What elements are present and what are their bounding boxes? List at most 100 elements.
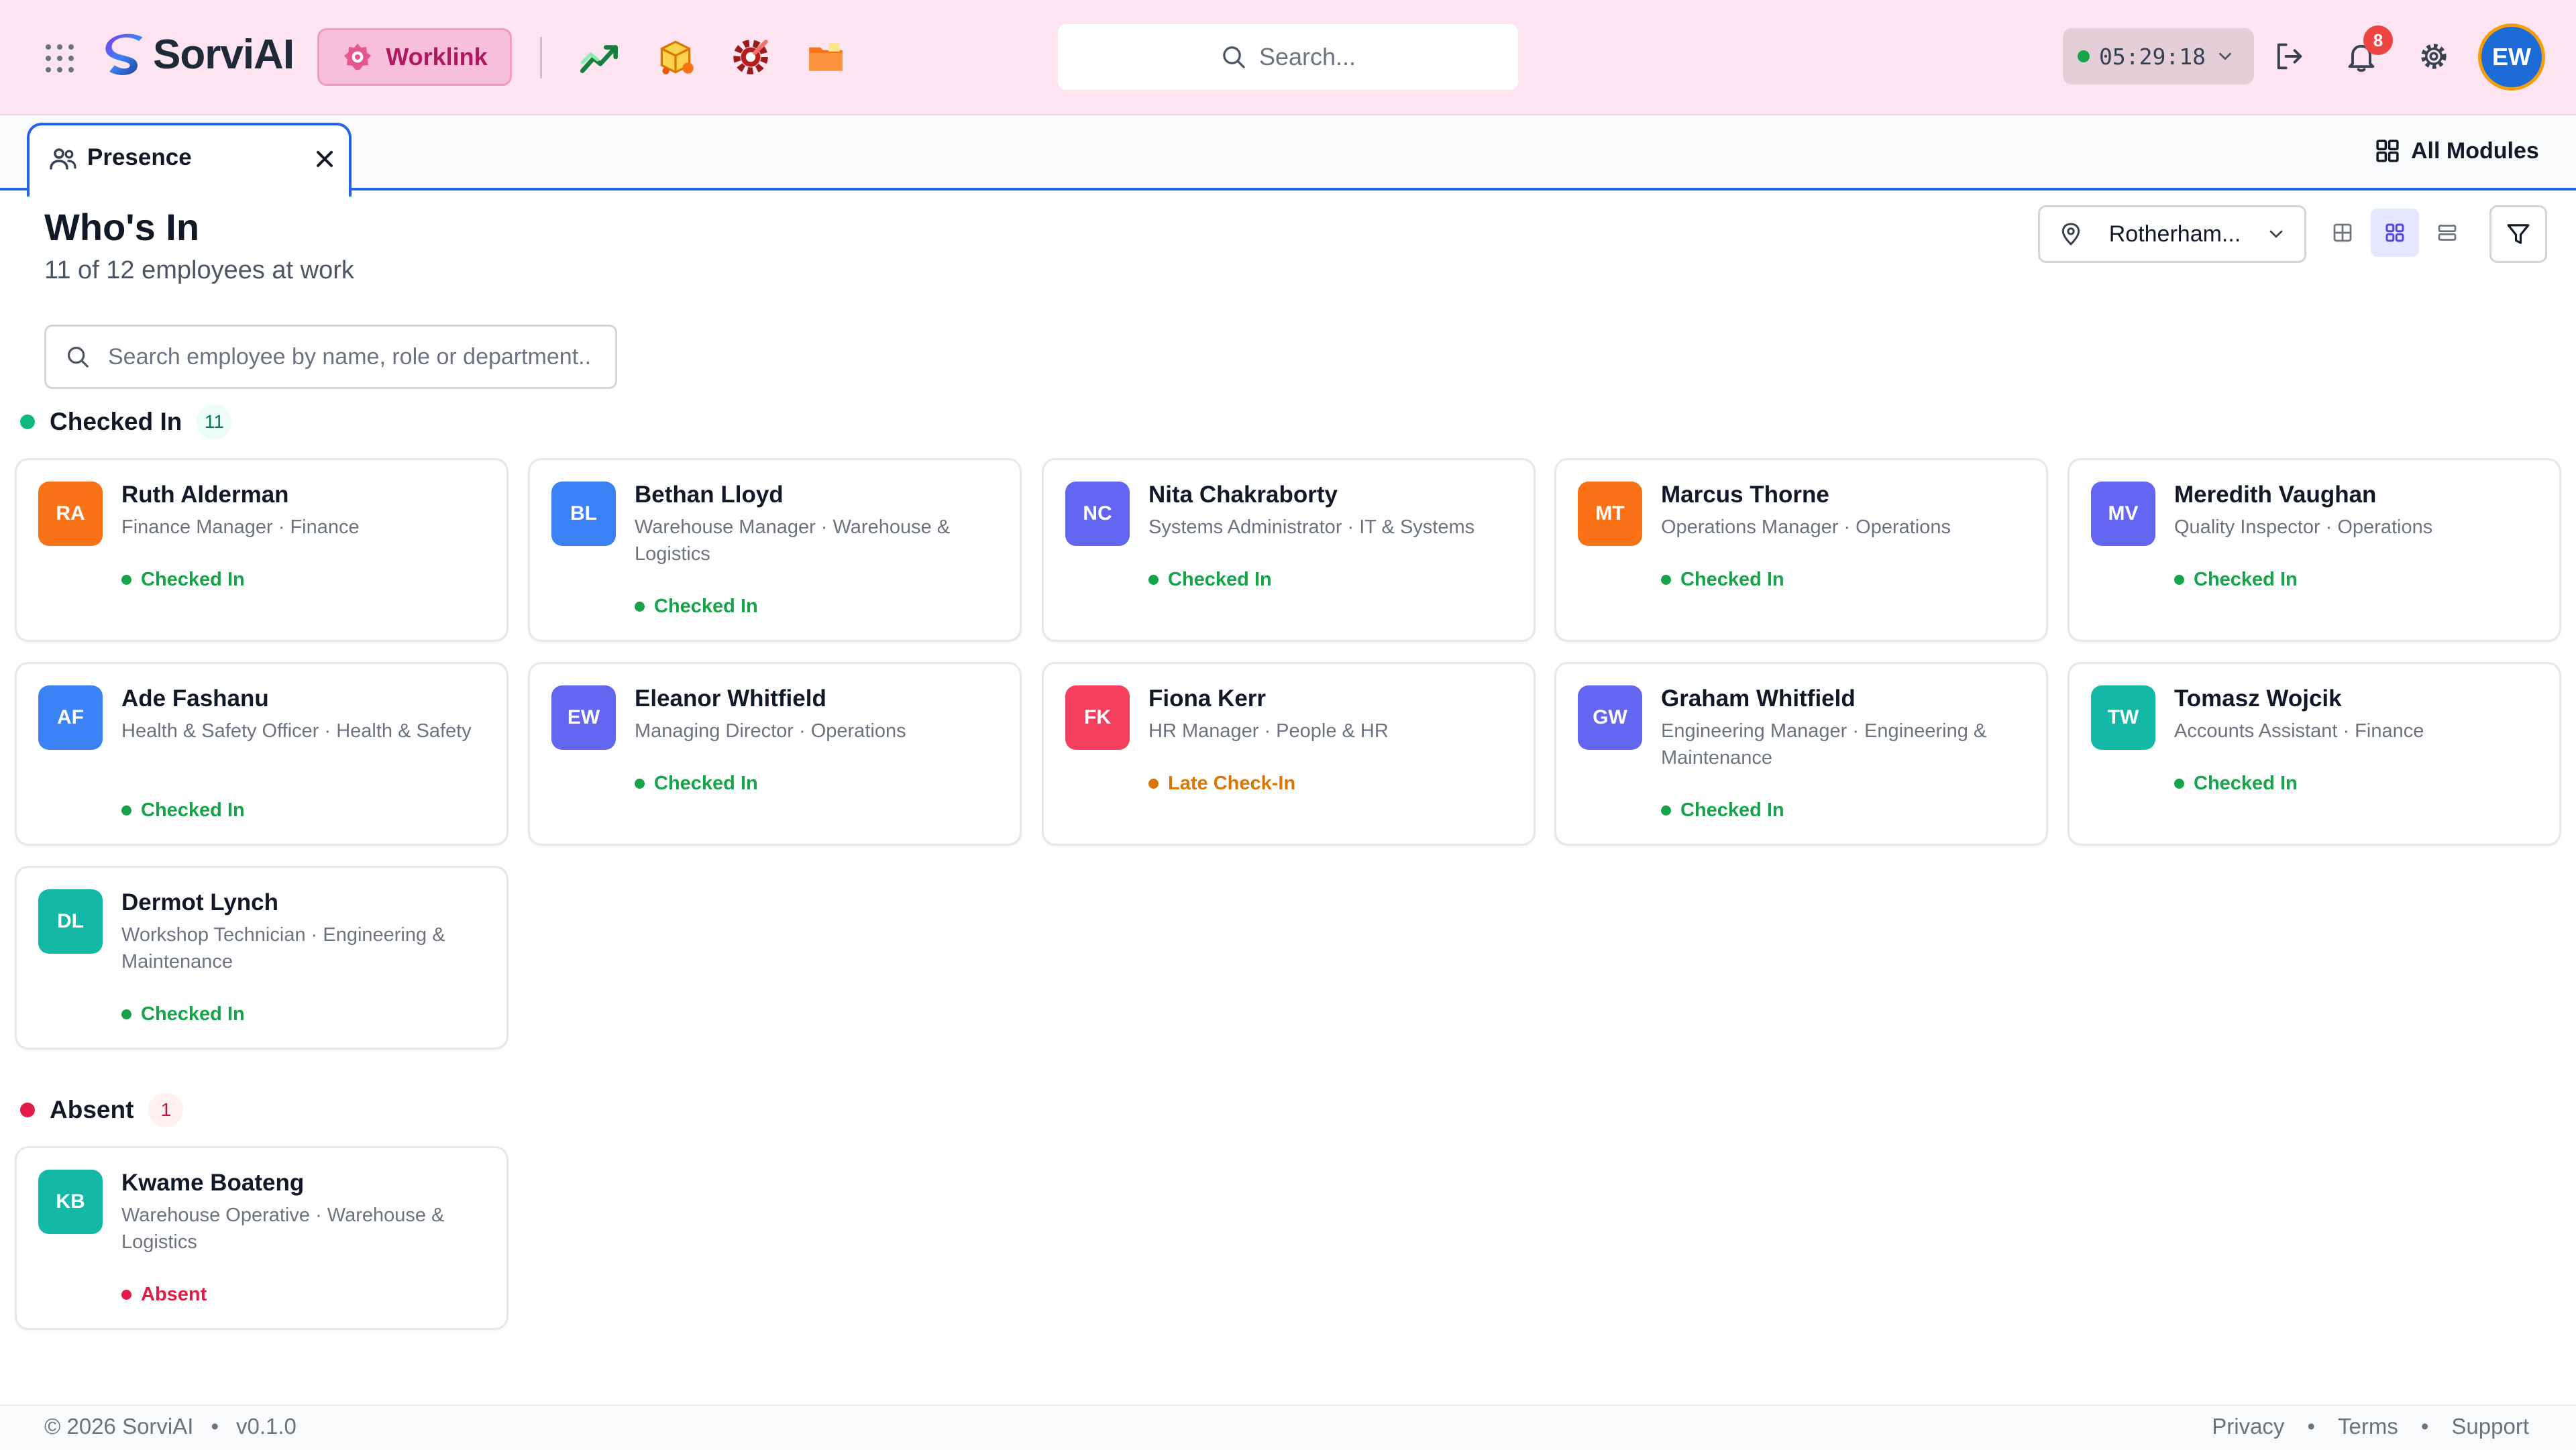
employee-search-input[interactable] — [107, 343, 592, 371]
divider — [540, 37, 542, 78]
footer-link-support[interactable]: Support — [2451, 1414, 2529, 1439]
employee-role: Warehouse Operative · Warehouse & Logist… — [121, 1205, 445, 1253]
view-mode-toggle — [2318, 205, 2474, 260]
employee-avatar: FK — [1065, 685, 1130, 750]
page-subtitle: 11 of 12 employees at work — [44, 256, 354, 284]
employee-status: Checked In — [121, 569, 245, 591]
employee-card[interactable]: DL Dermot Lynch Workshop Technician · Engi… — [15, 866, 508, 1050]
logout-icon[interactable] — [2271, 39, 2306, 74]
employee-avatar: BL — [551, 482, 616, 546]
search-icon — [1223, 46, 1245, 68]
employee-card[interactable]: EW Eleanor Whitfield Managing Director · O… — [528, 662, 1022, 846]
worklink-module-button[interactable]: Worklink — [317, 28, 512, 86]
employee-role: Managing Director · Operations — [635, 720, 906, 742]
employee-avatar: RA — [38, 482, 103, 546]
gear-icon[interactable] — [2416, 39, 2451, 74]
employee-role: Engineering Manager · Engineering & Main… — [1661, 720, 1987, 769]
absent-dot-icon — [20, 1103, 35, 1117]
view-list-button[interactable] — [2423, 209, 2471, 257]
location-select[interactable]: Rotherham... — [2038, 205, 2306, 263]
employee-card[interactable]: MV Meredith Vaughan Quality Inspector · Op… — [2068, 458, 2561, 642]
employee-role: Operations Manager · Operations — [1661, 516, 1951, 538]
employee-status: Checked In — [121, 799, 245, 822]
tab-presence[interactable]: Presence — [27, 123, 352, 197]
employee-card[interactable]: KB Kwame Boateng Warehouse Operative · War… — [15, 1146, 508, 1330]
employee-card[interactable]: AF Ade Fashanu Health & Safety Officer · H… — [15, 662, 508, 846]
footer-link-privacy[interactable]: Privacy — [2212, 1414, 2284, 1439]
chevron-down-icon — [2219, 52, 2231, 60]
employee-status: Checked In — [121, 1003, 245, 1025]
employee-card[interactable]: MT Marcus Thorne Operations Manager · Oper… — [1554, 458, 2048, 642]
all-modules-button[interactable]: All Modules — [2373, 134, 2539, 168]
status-dot-icon — [635, 779, 645, 789]
employee-status: Checked In — [635, 596, 758, 618]
tab-label: Presence — [87, 144, 192, 170]
status-dot-icon — [2174, 575, 2184, 585]
employee-status: Checked In — [1661, 799, 1784, 822]
worklink-icon — [344, 44, 372, 70]
status-label: Checked In — [141, 569, 245, 590]
trending-up-icon[interactable] — [578, 35, 623, 79]
employee-status: Checked In — [2174, 569, 2298, 591]
online-status-icon — [2078, 50, 2090, 62]
employee-card[interactable]: BL Bethan Lloyd Warehouse Manager · Wareho… — [528, 458, 1022, 642]
employee-avatar: GW — [1578, 685, 1642, 750]
employee-card[interactable]: NC Nita Chakraborty Systems Administrator … — [1042, 458, 1536, 642]
location-label: Rotherham... — [2108, 221, 2241, 247]
folder-icon[interactable] — [804, 35, 848, 79]
chevron-down-icon — [2269, 230, 2283, 238]
attendance-timer[interactable]: 05:29:18 — [2063, 28, 2254, 85]
status-label: Checked In — [141, 1003, 245, 1025]
footer-separator: • — [211, 1414, 219, 1439]
footer-separator: • — [2420, 1414, 2429, 1439]
view-cards-button[interactable] — [2371, 209, 2419, 257]
package-icon[interactable] — [653, 35, 698, 79]
status-label: Checked In — [141, 799, 245, 821]
close-icon[interactable] — [309, 143, 341, 175]
global-search[interactable]: Search... — [1058, 24, 1518, 90]
employee-role: Accounts Assistant · Finance — [2174, 720, 2424, 742]
apps-grid-icon[interactable] — [46, 44, 74, 72]
employee-name: Tomasz Wojcik — [2174, 685, 2342, 712]
user-avatar[interactable]: EW — [2478, 23, 2545, 91]
status-label: Checked In — [654, 773, 758, 794]
status-dot-icon — [635, 602, 645, 612]
employee-card[interactable]: GW Graham Whitfield Engineering Manager · … — [1554, 662, 2048, 846]
status-dot-icon — [1661, 575, 1671, 585]
employee-name: Marcus Thorne — [1661, 482, 1829, 508]
status-label: Absent — [141, 1284, 207, 1305]
status-label: Checked In — [2194, 773, 2298, 794]
footer-copyright: © 2026 SorviAI — [44, 1414, 194, 1439]
employee-role: Quality Inspector · Operations — [2174, 516, 2433, 538]
employee-name: Fiona Kerr — [1148, 685, 1267, 712]
status-label: Checked In — [2194, 569, 2298, 590]
filter-button[interactable] — [2489, 205, 2547, 263]
status-dot-icon — [121, 805, 131, 816]
list-icon — [2438, 225, 2457, 241]
search-icon — [67, 346, 89, 368]
section-count-badge: 1 — [148, 1093, 184, 1127]
employee-name: Ruth Alderman — [121, 482, 289, 508]
status-label: Checked In — [1168, 569, 1272, 590]
view-table-button[interactable] — [2318, 209, 2367, 257]
gear-wrench-icon[interactable] — [729, 35, 773, 79]
status-dot-icon — [1661, 805, 1671, 816]
employee-role: HR Manager · People & HR — [1148, 720, 1389, 742]
section-checked-in-header: Checked In 11 — [20, 404, 232, 439]
employee-card[interactable]: FK Fiona Kerr HR Manager · People & HR Late… — [1042, 662, 1536, 846]
users-icon — [50, 148, 76, 170]
status-dot-icon — [121, 1290, 131, 1300]
footer-link-terms[interactable]: Terms — [2338, 1414, 2398, 1439]
employee-name: Nita Chakraborty — [1148, 482, 1338, 508]
footer-version: v0.1.0 — [236, 1414, 297, 1439]
filter-icon — [2507, 224, 2530, 244]
employee-card[interactable]: RA Ruth Alderman Finance Manager · Finance… — [15, 458, 508, 642]
employee-search[interactable] — [44, 325, 617, 389]
employee-card[interactable]: TW Tomasz Wojcik Accounts Assistant · Fina… — [2068, 662, 2561, 846]
notification-count-badge: 8 — [2363, 25, 2393, 55]
employee-name: Meredith Vaughan — [2174, 482, 2377, 508]
status-label: Late Check-In — [1168, 773, 1296, 794]
employee-name: Dermot Lynch — [121, 889, 279, 915]
employee-status: Late Check-In — [1148, 773, 1295, 795]
employee-name: Graham Whitfield — [1661, 685, 1856, 712]
